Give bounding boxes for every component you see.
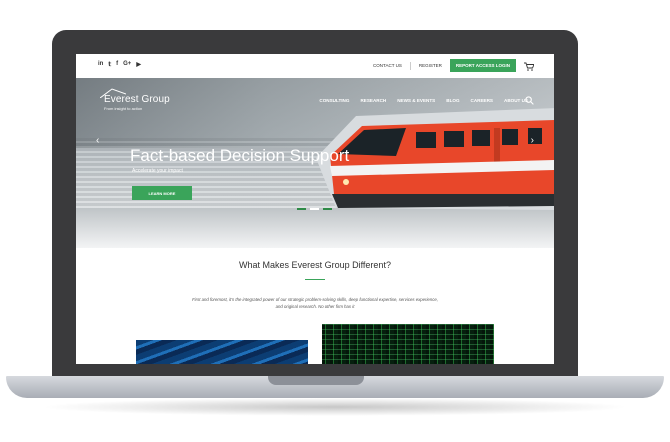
everest-group-logo[interactable]: Everest Group From insight to action [100,88,170,111]
nav-item-research[interactable]: RESEARCH [360,98,386,103]
hero-subtitle: Accelerate your impact [132,168,183,174]
carousel-prev-arrow[interactable]: ‹ [96,135,99,146]
nav-item-consulting[interactable]: CONSULTING [319,98,349,103]
divider [409,61,411,70]
nav-item-news-events[interactable]: NEWS & EVENTS [397,98,435,103]
title-underline [305,279,325,280]
report-access-login-button[interactable]: REPORT ACCESS LOGIN [449,59,516,72]
main-nav: CONSULTING RESEARCH NEWS & EVENTS BLOG C… [319,98,528,103]
carousel-dot[interactable] [297,208,306,210]
green-circuit-image [322,324,494,364]
social-links: in 𝕥 f G+ ▶ [98,61,141,68]
utility-bar: in 𝕥 f G+ ▶ CONTACT US REGISTER REPORT A… [76,54,554,79]
carousel-dot[interactable] [323,208,332,210]
cart-icon[interactable] [524,62,535,71]
mountain-logo-icon [100,88,126,98]
facebook-icon[interactable]: f [116,61,118,68]
register-link[interactable]: REGISTER [419,63,442,68]
youtube-icon[interactable]: ▶ [136,61,141,68]
google-plus-icon[interactable]: G+ [123,61,131,68]
learn-more-button[interactable]: LEARN MORE [132,186,192,200]
carousel-dots [297,208,332,210]
laptop-hinge-notch [268,376,364,385]
browser-screen: in 𝕥 f G+ ▶ CONTACT US REGISTER REPORT A… [76,54,554,364]
section-body: First and foremost, it's the integrated … [192,297,438,309]
blue-maze-image [136,340,308,364]
nav-item-blog[interactable]: BLOG [446,98,459,103]
nav-item-careers[interactable]: CAREERS [471,98,493,103]
carousel-dot-active[interactable] [310,208,319,210]
hero-banner: Everest Group From insight to action CON… [76,78,554,248]
util-links: CONTACT US REGISTER REPORT ACCESS LOGIN [373,59,535,72]
brand-tagline: From insight to action [104,106,143,111]
carousel-next-arrow[interactable]: › [531,135,534,146]
hero-title: Fact-based Decision Support [130,146,350,165]
contact-us-link[interactable]: CONTACT US [373,63,402,68]
search-icon[interactable] [525,96,534,105]
train-image [316,108,554,210]
linkedin-icon[interactable]: in [98,61,103,68]
section-title: What Makes Everest Group Different? [239,260,391,270]
laptop-shadow [40,398,630,416]
twitter-icon[interactable]: 𝕥 [108,61,111,68]
